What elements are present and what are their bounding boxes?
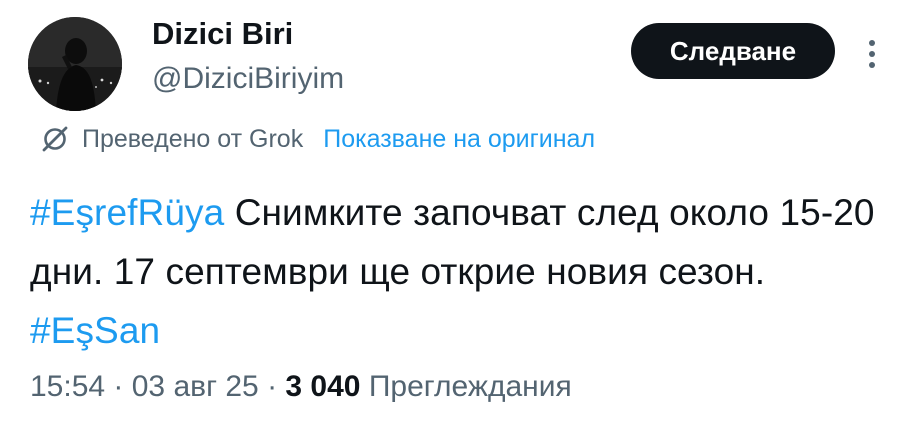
translated-by-label: Преведено от Grok <box>82 124 304 153</box>
tweet-time[interactable]: 15:54 <box>30 370 105 403</box>
translation-bar: Преведено от Grok Показване на оригинал <box>40 124 595 154</box>
views-count: 3 040 <box>285 370 361 403</box>
hashtag-link[interactable]: #EşSan <box>30 310 160 351</box>
grok-icon <box>40 124 70 154</box>
author-name[interactable]: Dizici Biri <box>152 16 293 52</box>
views-label: Преглеждания <box>360 370 572 403</box>
tweet-text: #EşrefRüya Снимките започват след около … <box>30 183 900 360</box>
meta-separator: · <box>258 370 286 403</box>
meta-separator: · <box>105 370 132 403</box>
tweet-date[interactable]: 03 авг 25 <box>132 370 259 403</box>
tweet-meta: 15:54 · 03 авг 25 · 3 040 Преглеждания <box>30 370 572 404</box>
more-vertical-icon[interactable] <box>858 34 886 74</box>
avatar[interactable] <box>28 17 122 111</box>
show-original-link[interactable]: Показване на оригинал <box>323 125 595 154</box>
author-handle[interactable]: @DiziciBiriyim <box>152 62 344 96</box>
follow-button[interactable]: Следване <box>631 23 835 79</box>
hashtag-link[interactable]: #EşrefRüya <box>30 192 224 233</box>
